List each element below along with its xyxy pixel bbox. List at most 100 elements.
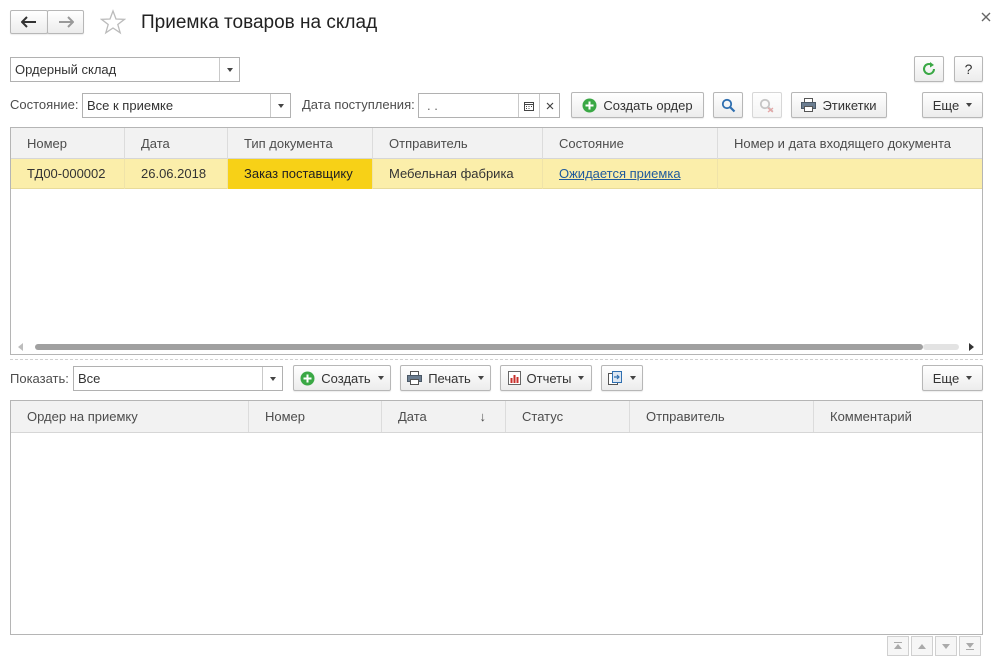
chevron-down-icon (226, 67, 233, 72)
more-label: Еще (932, 97, 960, 113)
refresh-button[interactable] (914, 56, 944, 82)
clear-search-icon (759, 98, 774, 113)
printer-icon (801, 98, 817, 112)
scroll-first-button[interactable] (887, 636, 909, 656)
state-filter-label: Состояние: (10, 97, 79, 112)
state-filter-dropdown-button[interactable] (270, 94, 290, 117)
create-order-button[interactable]: Создать ордер (571, 92, 704, 118)
orders-grid-header: Ордер на приемку Номер Дата ↓ Статус Отп… (11, 401, 982, 433)
arrow-up-icon (918, 643, 926, 649)
show-filter-select[interactable]: Все (73, 366, 283, 391)
refresh-icon (923, 62, 935, 75)
help-label: ? (964, 61, 973, 77)
reports-button[interactable]: Отчеты (500, 365, 592, 391)
show-filter-label: Показать: (10, 371, 69, 386)
labels-label: Этикетки (822, 97, 877, 113)
printer-icon (407, 371, 423, 385)
col-header-status[interactable]: Статус (506, 401, 630, 432)
arrow-down-icon (942, 643, 950, 649)
favorite-star-button[interactable] (99, 9, 127, 35)
forward-button[interactable] (47, 10, 84, 34)
orders-grid: Ордер на приемку Номер Дата ↓ Статус Отп… (10, 400, 983, 635)
clear-icon (546, 102, 553, 109)
more-button-bottom[interactable]: Еще (922, 365, 983, 391)
col-header-sender[interactable]: Отправитель (373, 128, 543, 159)
scroll-down-button[interactable] (935, 636, 957, 656)
create-label: Создать (321, 370, 371, 386)
labels-button[interactable]: Этикетки (791, 92, 887, 118)
col-header-date[interactable]: Дата ↓ (382, 401, 506, 432)
scroll-left-icon[interactable] (18, 343, 24, 351)
page-title: Приемка товаров на склад (141, 12, 378, 33)
state-filter-select[interactable]: Все к приемке (82, 93, 291, 118)
plus-circle-icon (300, 371, 315, 385)
chevron-down-icon (630, 376, 636, 380)
col-header-number[interactable]: Номер (249, 401, 382, 432)
warehouse-select[interactable]: Ордерный склад (10, 57, 240, 82)
plus-circle-icon (582, 98, 597, 112)
close-icon (981, 12, 991, 22)
clear-date-button[interactable] (539, 94, 559, 117)
panel-splitter[interactable] (10, 359, 983, 361)
show-filter-dropdown-button[interactable] (262, 367, 282, 390)
chevron-down-icon (966, 103, 973, 107)
chevron-down-icon (477, 376, 484, 380)
chevron-down-icon (377, 376, 384, 380)
more-label: Еще (932, 370, 960, 386)
chevron-down-icon (578, 376, 585, 380)
scrollbar-thumb[interactable] (35, 344, 923, 350)
star-icon (99, 9, 127, 35)
cell-sender: Мебельная фабрика (373, 159, 543, 189)
first-page-icon (894, 642, 902, 649)
clear-search-button[interactable] (752, 92, 782, 118)
cell-incoming-doc (718, 159, 982, 189)
state-filter-value: Все к приемке (87, 98, 174, 113)
table-row[interactable]: ТД00-000002 26.06.2018 Заказ поставщику … (11, 159, 982, 189)
export-button[interactable] (601, 365, 643, 391)
search-button[interactable] (713, 92, 743, 118)
create-order-label: Создать ордер (603, 97, 693, 113)
show-filter-value: Все (78, 371, 101, 386)
col-header-date[interactable]: Дата (125, 128, 228, 159)
receipts-grid-header: Номер Дата Тип документа Отправитель Сос… (11, 128, 982, 159)
col-header-sender[interactable]: Отправитель (630, 401, 814, 432)
state-link[interactable]: Ожидается приемка (559, 166, 681, 181)
cell-date: 26.06.2018 (125, 159, 228, 189)
chevron-down-icon (966, 376, 973, 380)
report-icon (507, 371, 521, 385)
export-icon (608, 371, 622, 385)
date-filter-label: Дата поступления: (302, 97, 415, 112)
scrollbar-track (923, 344, 959, 350)
col-header-state[interactable]: Состояние (543, 128, 718, 159)
col-header-number[interactable]: Номер (11, 128, 125, 159)
print-button[interactable]: Печать (400, 365, 491, 391)
calendar-icon (524, 101, 534, 111)
warehouse-value: Ордерный склад (15, 62, 117, 77)
col-header-comment[interactable]: Комментарий (814, 401, 982, 432)
horizontal-scrollbar[interactable] (11, 340, 982, 354)
scroll-up-button[interactable] (911, 636, 933, 656)
col-header-incoming-doc[interactable]: Номер и дата входящего документа (718, 128, 982, 159)
chevron-down-icon (277, 103, 284, 108)
back-button[interactable] (10, 10, 48, 34)
warehouse-dropdown-button[interactable] (219, 58, 239, 81)
search-icon (721, 98, 735, 112)
create-button[interactable]: Создать (293, 365, 391, 391)
forward-arrow-icon (58, 16, 74, 28)
chevron-down-icon (269, 376, 276, 381)
col-header-date-label: Дата (398, 409, 427, 424)
last-page-icon (966, 643, 974, 650)
receipts-grid: Номер Дата Тип документа Отправитель Сос… (10, 127, 983, 355)
close-button[interactable] (980, 11, 994, 25)
col-header-receipt-order[interactable]: Ордер на приемку (11, 401, 249, 432)
col-header-doc-type[interactable]: Тип документа (228, 128, 373, 159)
help-button[interactable]: ? (954, 56, 983, 82)
cell-number: ТД00-000002 (11, 159, 125, 189)
scroll-right-icon[interactable] (969, 343, 975, 351)
print-label: Печать (428, 370, 471, 386)
date-filter-input[interactable]: . . (418, 93, 560, 118)
scroll-last-button[interactable] (959, 636, 981, 656)
calendar-button[interactable] (518, 94, 539, 117)
cell-state: Ожидается приемка (543, 159, 718, 189)
more-button-top[interactable]: Еще (922, 92, 983, 118)
